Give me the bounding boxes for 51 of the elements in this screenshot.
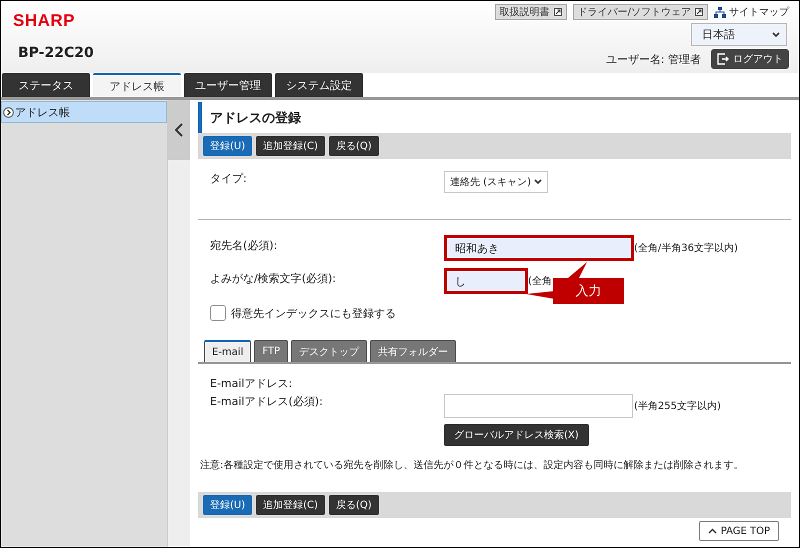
note-text: 注意:各種設定で使用されている宛先を削除し、送信先が０件となる時には、設定内容も同時に解除または削除されます。 [200, 458, 744, 472]
manual-link[interactable]: ドライバー/ソフトウェア [572, 4, 708, 20]
sub-tab[interactable]: 共有フォルダー [370, 340, 456, 362]
model-name: BP-22C20 [17, 45, 94, 61]
search-button[interactable]: グローバルアドレス検索(X) [444, 424, 589, 446]
sub-tab[interactable]: FTP [254, 340, 288, 362]
language-select[interactable]: 日本語 [691, 23, 787, 46]
toolbar-button[interactable]: 登録(U) [203, 495, 252, 515]
field-label: E-mailアドレス(必須): [210, 394, 324, 410]
input-field[interactable]: 昭和あき [444, 235, 634, 261]
logout-icon [717, 53, 729, 65]
nav-tab[interactable]: ステータス [2, 73, 90, 97]
field-label: 宛先名(必須): [210, 238, 278, 253]
chevron-up-icon [708, 528, 717, 534]
field-label: よみがな/検索文字(必須): [210, 271, 337, 286]
input-field[interactable] [444, 394, 633, 418]
input-field[interactable]: し [444, 268, 528, 294]
external-link-icon [554, 8, 562, 16]
user-name: ユーザー名: 管理者 [606, 52, 701, 66]
toolbar-button[interactable]: 登録(U) [203, 136, 252, 156]
field-hint: (全角/半角36文字以内) [634, 242, 738, 255]
toolbar-button[interactable]: 戻る(Q) [328, 495, 379, 515]
field-hint: (全角 [528, 275, 552, 288]
sub-tab[interactable]: E-mail [204, 340, 252, 362]
nav-tab[interactable]: システム設定 [275, 73, 363, 97]
checkbox[interactable] [210, 305, 226, 321]
chevron-circle-icon [3, 106, 14, 118]
chevron-left-icon [175, 123, 183, 137]
sitemap-link[interactable]: サイトマップ [729, 5, 789, 19]
nav-tab[interactable]: アドレス帳 [93, 73, 181, 97]
sub-tab[interactable]: デスクトップ [291, 340, 368, 362]
brand-logo: SHARP [13, 11, 76, 31]
collapse-button[interactable] [168, 100, 190, 160]
field-label: タイプ: [210, 171, 248, 187]
toolbar-button[interactable]: 戻る(Q) [328, 136, 379, 156]
chevron-down-icon [534, 179, 542, 185]
chevron-down-icon [772, 32, 780, 38]
manual-link[interactable]: 取扱説明書 [494, 4, 567, 20]
toolbar-button[interactable]: 追加登録(C) [256, 136, 325, 156]
type-select[interactable]: 連絡先 (スキャン) [444, 171, 548, 193]
page-top-button[interactable]: PAGE TOP [698, 521, 779, 541]
callout-pointer [568, 262, 587, 278]
checkbox-label: 得意先インデックスにも登録する [231, 306, 396, 320]
sidebar-item[interactable]: アドレス帳 [1, 101, 167, 123]
toolbar-button[interactable]: 追加登録(C) [256, 495, 325, 515]
sitemap-icon [714, 6, 726, 18]
section-heading: E-mailアドレス: [210, 376, 294, 391]
nav-tab[interactable]: ユーザー管理 [184, 73, 272, 97]
logout-button[interactable]: ログアウト [711, 49, 789, 69]
external-link-icon [695, 8, 703, 16]
field-hint: (半角255文字以内) [634, 400, 721, 413]
